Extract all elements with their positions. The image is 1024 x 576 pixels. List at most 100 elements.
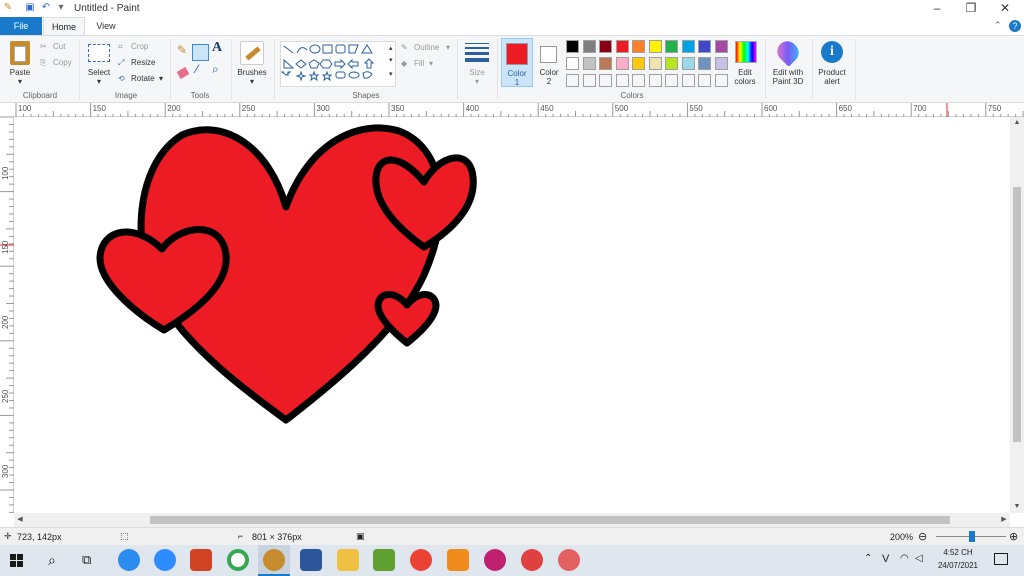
palette-swatch[interactable] xyxy=(648,57,662,70)
paint-taskbar-icon[interactable] xyxy=(263,549,285,571)
app-icon-4[interactable] xyxy=(521,549,543,571)
paint3d-icon[interactable] xyxy=(773,37,803,67)
word-icon[interactable] xyxy=(300,549,322,571)
scroll-left-icon[interactable]: ◀ xyxy=(14,513,26,527)
palette-swatch[interactable] xyxy=(615,40,629,53)
select-button[interactable]: Select xyxy=(84,68,114,77)
search-icon[interactable]: ⌕ xyxy=(48,552,56,569)
magnifier-icon[interactable]: ⌕ xyxy=(212,63,219,75)
browser-icon[interactable] xyxy=(227,549,249,571)
select-icon[interactable] xyxy=(88,44,110,62)
tab-file[interactable]: File xyxy=(0,17,42,35)
palette-swatch[interactable] xyxy=(665,57,678,70)
drawing-canvas[interactable] xyxy=(14,117,1010,513)
notifications-icon[interactable] xyxy=(994,553,1008,565)
rotate-icon[interactable]: ⟲ xyxy=(118,74,125,83)
chrome-icon[interactable] xyxy=(410,549,432,571)
custom-color-slot[interactable] xyxy=(615,74,629,87)
brushes-button[interactable]: Brushes xyxy=(234,68,270,77)
volume-icon[interactable]: ◁ xyxy=(915,553,923,564)
file-explorer-icon[interactable] xyxy=(337,549,359,571)
size-button[interactable]: Size xyxy=(461,68,493,77)
crop-button[interactable]: Crop xyxy=(131,42,148,51)
paste-button[interactable]: Paste xyxy=(4,68,36,77)
pencil-icon[interactable]: ✎ xyxy=(177,44,187,56)
palette-swatch[interactable] xyxy=(582,40,596,53)
edit-with-paint3d-button[interactable]: Edit with xyxy=(766,68,810,77)
resize-icon[interactable]: ⤢ xyxy=(118,58,124,67)
fill-dropdown-icon[interactable]: ▾ xyxy=(429,59,433,68)
task-view-icon[interactable]: ⧉ xyxy=(82,552,91,568)
outline-button[interactable]: Outline xyxy=(414,43,439,52)
windows-start-icon[interactable] xyxy=(10,554,24,568)
outline-icon[interactable]: ✎ xyxy=(401,43,408,52)
zoom-in-button[interactable]: ⊕ xyxy=(1009,530,1018,543)
fill-with-color-icon[interactable] xyxy=(192,44,209,61)
vertical-scroll-thumb[interactable] xyxy=(1013,187,1021,442)
app-icon-2[interactable] xyxy=(447,549,469,571)
zoom-icon[interactable] xyxy=(154,549,176,571)
customize-qat-icon[interactable]: ▾ xyxy=(55,2,67,14)
palette-swatch[interactable] xyxy=(615,57,629,70)
size-dropdown-icon[interactable]: ▾ xyxy=(461,77,493,86)
palette-swatch[interactable] xyxy=(665,40,678,53)
vertical-scrollbar[interactable]: ▲ ▼ xyxy=(1010,117,1024,513)
product-alert-button[interactable]: Product xyxy=(812,68,852,77)
palette-swatch[interactable] xyxy=(566,57,579,70)
rotate-button[interactable]: Rotate xyxy=(131,74,155,83)
app-icon-1[interactable] xyxy=(373,549,395,571)
palette-swatch[interactable] xyxy=(599,40,612,53)
custom-color-slot[interactable] xyxy=(698,74,711,87)
edit-colors-button[interactable]: Edit xyxy=(728,68,762,77)
restore-button[interactable]: ❐ xyxy=(954,0,988,17)
palette-swatch[interactable] xyxy=(681,57,695,70)
wifi-icon[interactable]: ◠ xyxy=(900,553,909,564)
shapes-scroll-down-icon[interactable]: ▾ xyxy=(389,56,393,65)
brushes-dropdown-icon[interactable]: ▾ xyxy=(234,77,270,86)
shapes-gallery[interactable] xyxy=(280,41,396,87)
cut-icon[interactable]: ✂ xyxy=(40,42,47,51)
save-icon[interactable]: ▣ xyxy=(24,2,36,14)
horizontal-scrollbar[interactable]: ◀ ▶ xyxy=(14,513,1010,527)
clock-date[interactable]: 24/07/2021 xyxy=(930,561,986,570)
scroll-up-icon[interactable]: ▲ xyxy=(1010,117,1024,129)
fill-icon[interactable]: ◆ xyxy=(401,59,407,68)
palette-swatch[interactable] xyxy=(632,40,645,53)
clock-time[interactable]: 4:52 CH xyxy=(934,548,982,557)
crop-icon[interactable]: ⌗ xyxy=(118,42,123,51)
scroll-right-icon[interactable]: ▶ xyxy=(998,513,1010,527)
paste-dropdown-icon[interactable]: ▾ xyxy=(4,77,36,86)
edit-colors-icon[interactable] xyxy=(735,41,757,63)
custom-color-slot[interactable] xyxy=(648,74,662,87)
text-tool-icon[interactable]: A xyxy=(212,41,222,55)
custom-color-slot[interactable] xyxy=(582,74,596,87)
app-icon-3[interactable] xyxy=(484,549,506,571)
brushes-icon[interactable] xyxy=(240,41,264,65)
palette-swatch[interactable] xyxy=(566,40,579,53)
cut-button[interactable]: Cut xyxy=(53,42,65,51)
horizontal-scroll-thumb[interactable] xyxy=(150,516,950,524)
tray-expand-icon[interactable]: ⌃ xyxy=(864,553,872,564)
scroll-down-icon[interactable]: ▼ xyxy=(1010,501,1024,513)
copy-button[interactable]: Copy xyxy=(53,58,72,67)
color1-button[interactable]: Color 1 xyxy=(501,38,533,87)
tab-view[interactable]: View xyxy=(86,17,126,35)
color2-button[interactable]: Color 2 xyxy=(534,38,564,87)
zoom-slider-thumb[interactable] xyxy=(969,531,975,542)
color-picker-icon[interactable]: ⁄ xyxy=(196,63,198,75)
shapes-scroll-up-icon[interactable]: ▴ xyxy=(389,44,393,53)
palette-swatch[interactable] xyxy=(582,57,596,70)
custom-color-slot[interactable] xyxy=(566,74,579,87)
eraser-icon[interactable] xyxy=(176,67,190,79)
minimize-button[interactable]: – xyxy=(920,0,954,17)
custom-color-slot[interactable] xyxy=(681,74,695,87)
palette-swatch[interactable] xyxy=(632,57,645,70)
palette-swatch[interactable] xyxy=(698,57,711,70)
paste-icon[interactable] xyxy=(10,41,30,65)
palette-swatch[interactable] xyxy=(599,57,612,70)
fill-button[interactable]: Fill xyxy=(414,59,424,68)
rotate-dropdown-icon[interactable]: ▾ xyxy=(159,74,163,83)
shapes-more-icon[interactable]: ▾ xyxy=(389,70,393,79)
outline-dropdown-icon[interactable]: ▾ xyxy=(446,43,450,52)
palette-swatch[interactable] xyxy=(714,40,728,53)
